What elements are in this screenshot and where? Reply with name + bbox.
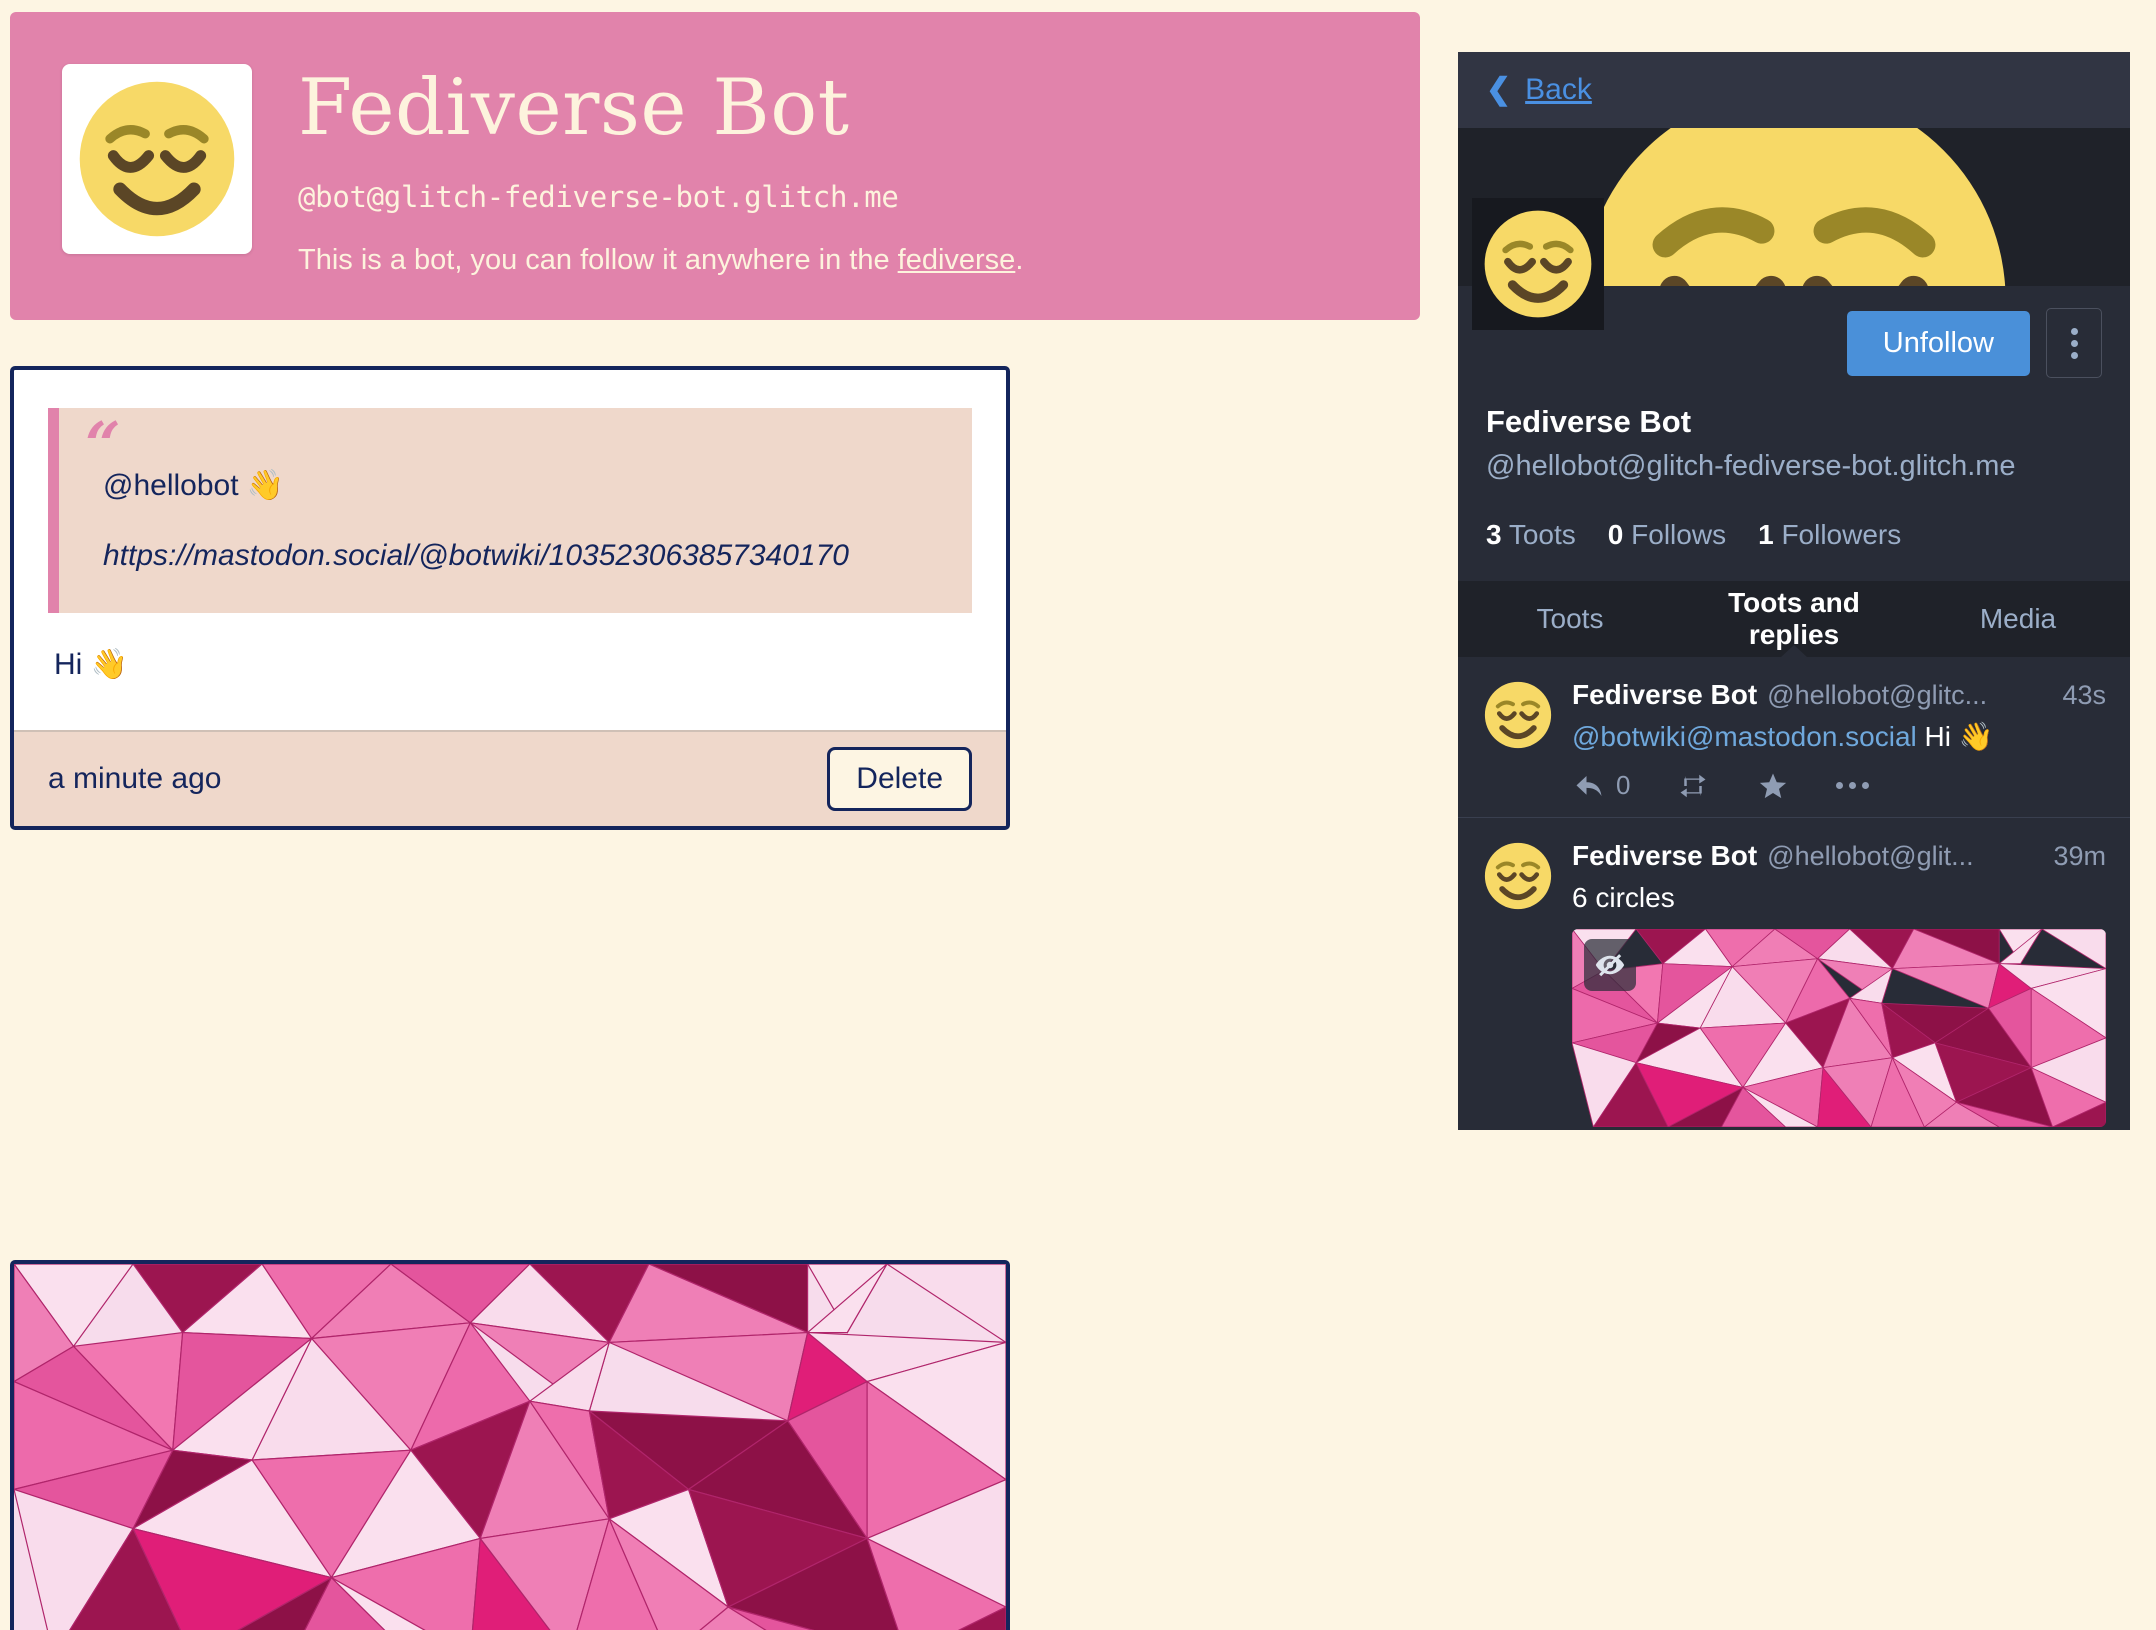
profile-handle: @bot@glitch-fediverse-bot.glitch.me <box>298 179 899 214</box>
toot-main: Fediverse Bot @hellobot@glit... 39m 6 ci… <box>1572 840 2106 1130</box>
media-card[interactable] <box>10 1260 1010 1630</box>
quote-mention: @hellobot 👋 <box>103 469 285 502</box>
low-poly-pink-triangles-image <box>1572 929 2106 1127</box>
chevron-left-icon[interactable]: ❮ <box>1486 75 1511 105</box>
stat-toots[interactable]: 3 Toots <box>1486 519 1576 551</box>
relieved-face-emoji <box>1484 681 1552 749</box>
mastodon-identity: Unfollow Fediverse Bot @hellobot@glitch-… <box>1458 198 2130 581</box>
profile-banner: Fediverse Bot @bot@glitch-fediverse-bot.… <box>10 12 1420 320</box>
relieved-face-emoji <box>1582 128 2006 286</box>
toot-timestamp: a minute ago <box>48 762 222 795</box>
avatar[interactable] <box>1472 198 1604 330</box>
fediverse-link[interactable]: fediverse <box>898 244 1016 276</box>
toot-author-name: Fediverse Bot <box>1572 679 1758 710</box>
dot <box>2070 327 2078 335</box>
relieved-face-emoji <box>79 81 235 237</box>
active-tab-caret-icon <box>1780 645 1808 658</box>
profile-banner-text: Fediverse Bot @bot@glitch-fediverse-bot.… <box>298 64 1023 277</box>
stat-followers-value: 1 <box>1758 519 1774 550</box>
toot-author-name: Fediverse Bot <box>1572 840 1758 871</box>
toot-footer: a minute ago Delete <box>14 730 1006 826</box>
tab-toots-and-replies[interactable]: Toots and replies <box>1682 587 1906 651</box>
hide-media-button[interactable] <box>1584 939 1636 991</box>
toot-timestamp: 39m <box>2053 841 2106 871</box>
toot-content: 6 circles <box>1572 882 1675 913</box>
toot-content: @botwiki@mastodon.social Hi 👋 <box>1572 719 2106 754</box>
toot-mention-link[interactable]: @botwiki@mastodon.social <box>1572 721 1917 752</box>
stat-follows[interactable]: 0 Follows <box>1608 519 1726 551</box>
boost-icon <box>1680 774 1706 797</box>
boost-button[interactable] <box>1676 771 1710 801</box>
quote-mark-icon: “ <box>85 408 121 481</box>
mastodon-preview-panel: ❮ Back Unfollow Fediverse Bot @hellobot@… <box>1458 52 2130 1130</box>
page-title: Fediverse Bot <box>298 63 850 153</box>
stat-follows-value: 0 <box>1607 519 1624 550</box>
toot-text: Hi 👋 <box>54 648 129 681</box>
dot <box>1836 782 1844 789</box>
profile-description: This is a bot, you can follow it anywher… <box>298 244 1023 277</box>
quote-link[interactable]: https://mastodon.social/@botwiki/1035230… <box>103 539 932 573</box>
toot-actions: 0 <box>1572 770 2106 801</box>
stat-toots-label: Toots <box>1508 519 1576 550</box>
profile-tabs: Toots Toots and replies Media <box>1458 581 2130 658</box>
unfollow-button[interactable]: Unfollow <box>1846 310 2030 376</box>
more-options-button[interactable] <box>1836 782 1870 789</box>
toot-author-acct: @hellobot@glitc... <box>1767 680 1988 710</box>
avatar[interactable] <box>1482 840 1554 912</box>
star-icon <box>1760 773 1787 798</box>
profile-display-name: Fediverse Bot <box>1486 404 1692 439</box>
mastodon-topbar: ❮ Back <box>1458 52 2130 128</box>
stat-followers[interactable]: 1 Followers <box>1758 519 1901 551</box>
avatar <box>62 64 252 254</box>
profile-description-prefix: This is a bot, you can follow it anywher… <box>298 243 898 276</box>
main-content-column: Fediverse Bot @bot@glitch-fediverse-bot.… <box>0 0 1436 1630</box>
toot-header: Fediverse Bot @hellobot@glitc... 43s <box>1572 679 2106 711</box>
stat-follows-label: Follows <box>1631 519 1727 550</box>
low-poly-pink-triangles-image <box>14 1264 1006 1630</box>
reply-count: 0 <box>1616 770 1631 800</box>
avatar[interactable] <box>1482 679 1554 751</box>
stat-followers-label: Followers <box>1781 519 1902 550</box>
favourite-button[interactable] <box>1756 771 1790 801</box>
dot <box>2070 351 2078 359</box>
relieved-face-emoji <box>1484 842 1552 910</box>
toot-body: “ @hellobot 👋 https://mastodon.social/@b… <box>14 370 1006 730</box>
profile-acct: @hellobot@glitch-fediverse-bot.glitch.me <box>1486 450 2016 482</box>
delete-button[interactable]: Delete <box>827 747 972 811</box>
toot-header: Fediverse Bot @hellobot@glit... 39m <box>1572 840 2106 872</box>
profile-description-suffix: . <box>1015 243 1024 276</box>
tab-toots[interactable]: Toots <box>1458 603 1682 635</box>
vertical-dots-icon[interactable] <box>2046 308 2102 378</box>
toot-timestamp: 43s <box>2062 680 2106 710</box>
tab-media[interactable]: Media <box>1906 603 2130 635</box>
list-item[interactable]: Fediverse Bot @hellobot@glit... 39m 6 ci… <box>1458 818 2130 1130</box>
stat-toots-value: 3 <box>1486 519 1502 550</box>
dot <box>2070 339 2078 347</box>
toot-main: Fediverse Bot @hellobot@glitc... 43s @bo… <box>1572 679 2106 801</box>
toot-card: “ @hellobot 👋 https://mastodon.social/@b… <box>10 366 1010 830</box>
toot-quote: “ @hellobot 👋 https://mastodon.social/@b… <box>48 408 972 613</box>
dot <box>1849 782 1857 789</box>
profile-stats: 3 Toots 0 Follows 1 Followers <box>1486 519 2102 581</box>
eye-slash-icon <box>1595 954 1625 977</box>
toot-content-text: Hi 👋 <box>1916 721 1994 752</box>
relieved-face-emoji <box>1484 210 1592 318</box>
toot-author-acct: @hellobot@glit... <box>1767 841 1974 871</box>
reply-button[interactable]: 0 <box>1572 770 1630 801</box>
back-link[interactable]: Back <box>1525 73 1592 107</box>
reply-icon <box>1576 775 1602 796</box>
list-item[interactable]: Fediverse Bot @hellobot@glitc... 43s @bo… <box>1458 657 2130 818</box>
toot-feed: Fediverse Bot @hellobot@glitc... 43s @bo… <box>1458 657 2130 1130</box>
toot-media[interactable] <box>1572 929 2106 1127</box>
dot <box>1862 782 1870 789</box>
